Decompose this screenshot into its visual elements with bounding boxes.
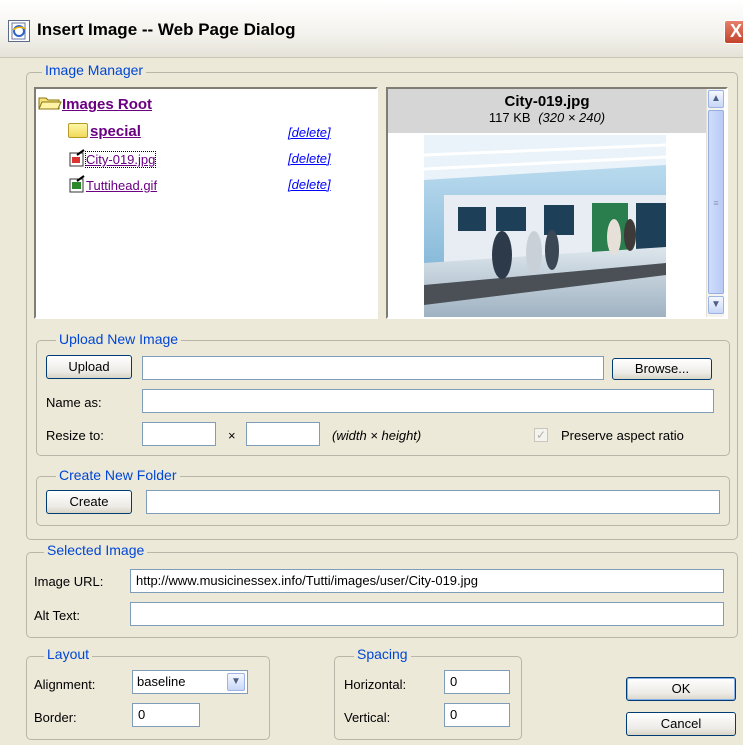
alt-text-label: Alt Text: [34,608,81,623]
preserve-aspect-label: Preserve aspect ratio [561,428,684,443]
resize-label: Resize to: [46,428,104,443]
spacing-legend: Spacing [354,646,411,662]
delete-tuttihead-link[interactable]: [delete] [288,177,331,192]
name-as-label: Name as: [46,395,102,410]
border-input[interactable]: 0 [132,703,200,727]
file-tree-pane: Images Root special [delete] City-019.jp… [34,87,378,319]
chevron-down-icon[interactable]: ▼ [227,673,245,691]
folder-special-link[interactable]: special [90,123,141,140]
horizontal-input[interactable]: 0 [444,670,510,694]
image-url-input[interactable]: http://www.musicinessex.info/Tutti/image… [130,569,724,593]
resize-height-input[interactable] [246,422,320,446]
new-folder-input[interactable] [146,490,720,514]
create-folder-legend: Create New Folder [56,467,180,483]
image-url-label: Image URL: [34,574,104,589]
preview-header: City-019.jpg 117 KB (320 × 240) [388,89,706,133]
cancel-button[interactable]: Cancel [626,712,736,736]
selected-image-legend: Selected Image [44,542,148,558]
image-preview-pane: City-019.jpg 117 KB (320 × 240) ▲ ≡ ▼ [386,87,728,319]
preserve-aspect-checkbox[interactable]: ✓ [534,428,548,442]
images-root-link[interactable]: Images Root [62,96,152,113]
vertical-label: Vertical: [344,710,391,725]
scroll-down-button[interactable]: ▼ [708,296,724,314]
browse-button[interactable]: Browse... [612,358,712,380]
ok-button[interactable]: OK [626,677,736,701]
jpg-file-icon [68,149,86,167]
times-sign: × [228,428,236,443]
image-manager-legend: Image Manager [42,62,147,78]
scroll-up-button[interactable]: ▲ [708,90,724,108]
preview-filename: City-019.jpg [504,93,590,110]
preview-dimensions: (320 × 240) [538,110,606,125]
window-title: Insert Image -- Web Page Dialog [37,20,296,39]
tree-item-tuttihead[interactable]: Tuttihead.gif [68,175,157,193]
upload-file-input[interactable] [142,356,604,380]
resize-width-input[interactable] [142,422,216,446]
name-as-input[interactable] [142,389,714,413]
upload-button[interactable]: Upload [46,355,132,379]
delete-city019-link[interactable]: [delete] [288,151,331,166]
gif-file-icon [68,175,86,193]
alignment-select[interactable]: baseline ▼ [132,670,248,694]
preview-size: 117 KB [488,110,531,125]
upload-legend: Upload New Image [56,331,182,347]
tree-item-special[interactable]: special [68,123,141,140]
open-folder-icon [38,95,62,110]
vertical-input[interactable]: 0 [444,703,510,727]
alt-text-input[interactable] [130,602,724,626]
alignment-label: Alignment: [34,677,96,692]
layout-legend: Layout [44,646,93,662]
tree-root[interactable]: Images Root [38,95,152,113]
border-label: Border: [34,710,77,725]
horizontal-label: Horizontal: [344,677,407,692]
ie-page-icon [8,20,30,42]
alignment-value: baseline [137,674,186,689]
tree-item-city019[interactable]: City-019.jpg [68,149,157,168]
delete-special-link[interactable]: [delete] [288,125,331,140]
width-height-hint: (width × height) [332,428,422,443]
file-tuttihead-link[interactable]: Tuttihead.gif [86,178,157,193]
close-button[interactable]: X [724,20,743,44]
layout-group [26,656,270,740]
spacing-group [334,656,522,740]
create-folder-button[interactable]: Create [46,490,132,514]
scroll-thumb[interactable]: ≡ [708,110,724,294]
preview-meta: 117 KB (320 × 240) [388,110,706,125]
preview-image [424,135,666,317]
file-city019-link[interactable]: City-019.jpg [84,151,157,168]
folder-icon [68,123,88,138]
preview-scrollbar[interactable]: ▲ ≡ ▼ [706,89,724,317]
